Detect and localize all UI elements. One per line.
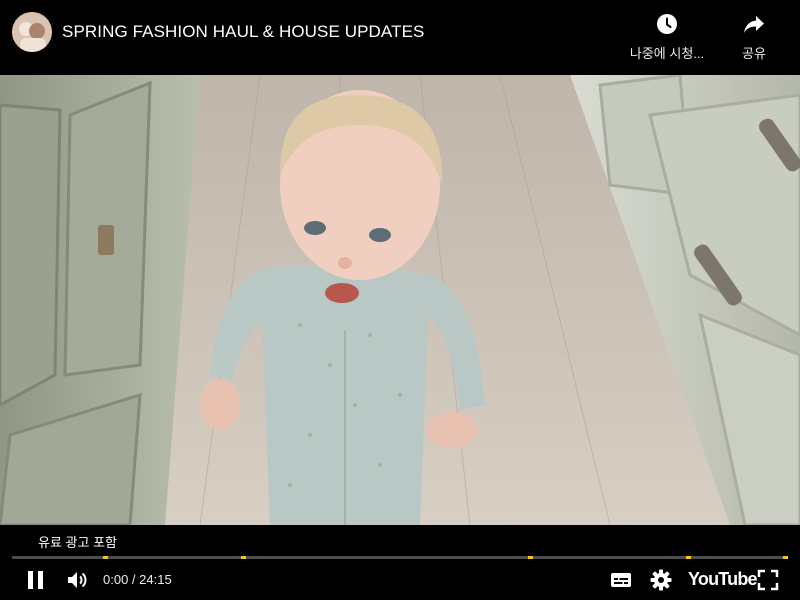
youtube-logo[interactable]: YouTube <box>688 569 758 590</box>
share-arrow-icon <box>744 16 764 33</box>
subtitles-icon[interactable] <box>609 568 633 592</box>
share-button[interactable]: 공유 <box>709 12 799 62</box>
gear-icon[interactable] <box>649 568 673 592</box>
volume-icon[interactable] <box>65 568 89 592</box>
watch-later-button[interactable]: 나중에 시청... <box>622 12 712 62</box>
ad-marker <box>685 556 691 559</box>
avatar-image <box>12 12 52 52</box>
ad-marker <box>528 556 534 559</box>
video-thumbnail-scene <box>0 75 800 525</box>
clock-icon <box>657 14 677 34</box>
share-label: 공유 <box>742 46 766 61</box>
watch-later-label: 나중에 시청... <box>629 46 705 61</box>
fullscreen-icon[interactable] <box>756 568 780 592</box>
pause-icon[interactable] <box>24 568 48 592</box>
progress-bar[interactable] <box>12 556 788 559</box>
video-frame[interactable] <box>0 75 800 525</box>
channel-avatar[interactable] <box>12 12 52 52</box>
ad-marker <box>102 556 108 559</box>
video-top-bar: SPRING FASHION HAUL & HOUSE UPDATES 나중에 … <box>0 0 800 75</box>
ad-marker <box>240 556 246 559</box>
paid-promotion-label: 유료 광고 포함 <box>28 529 127 554</box>
time-display: 0:00 / 24:15 <box>103 572 172 587</box>
video-title[interactable]: SPRING FASHION HAUL & HOUSE UPDATES <box>62 22 424 42</box>
ad-marker <box>783 556 788 559</box>
